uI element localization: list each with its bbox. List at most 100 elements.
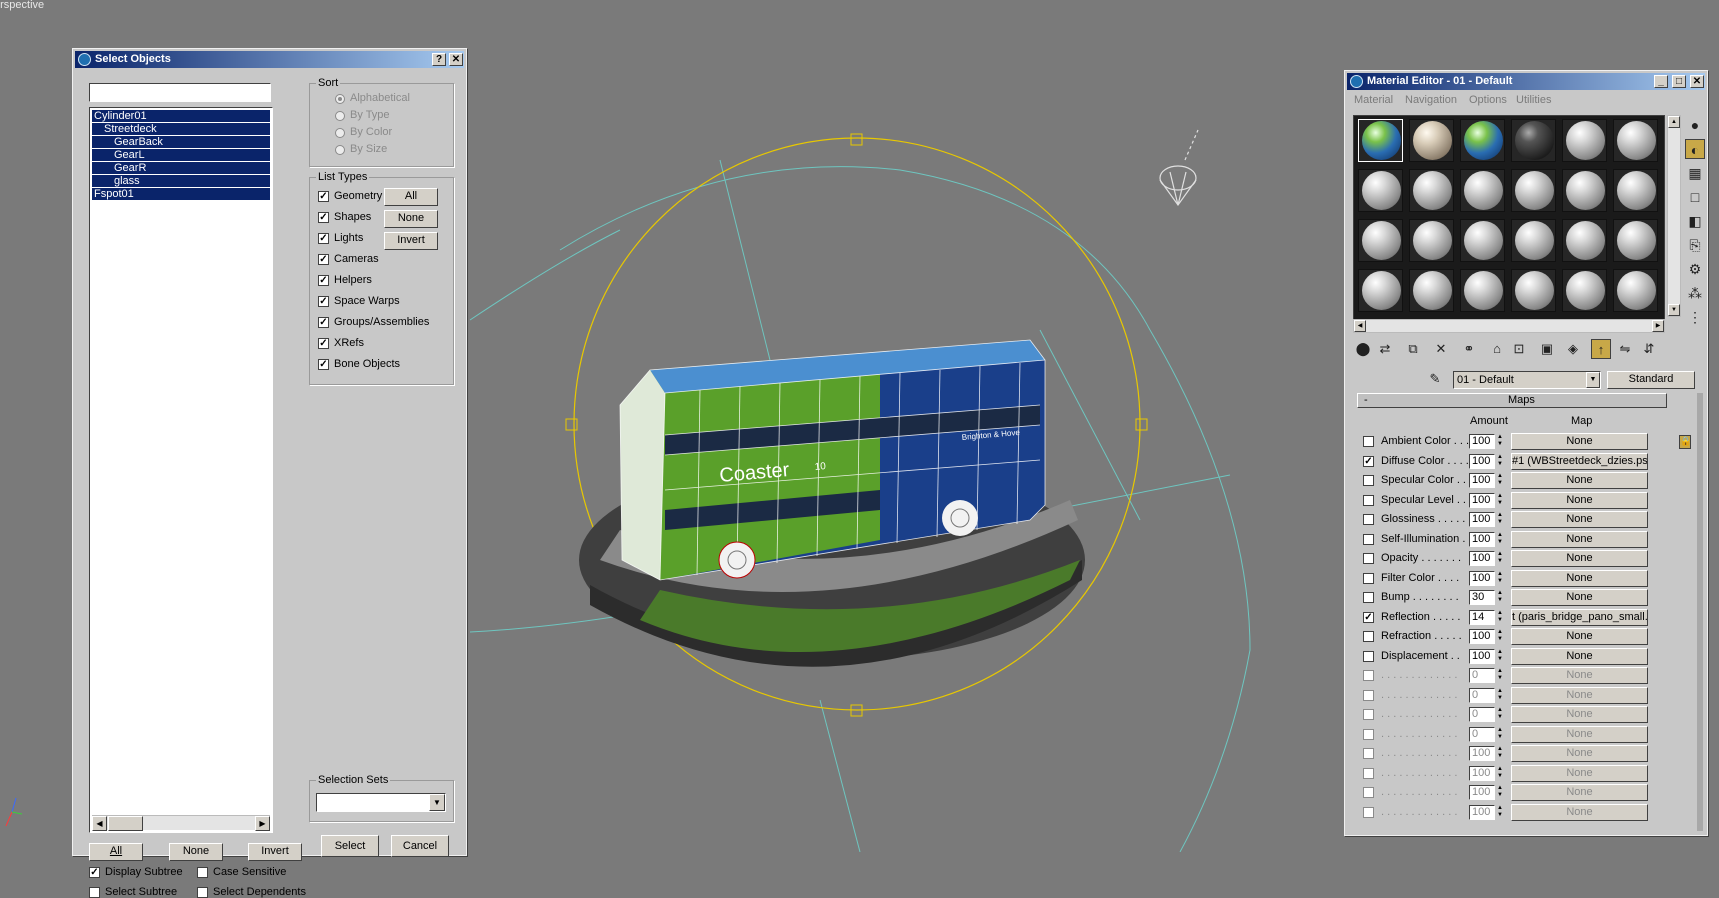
material-sample-slot[interactable]	[1358, 169, 1403, 212]
material-sample-slot[interactable]	[1409, 269, 1454, 312]
map-enable-checkbox[interactable]	[1363, 533, 1374, 545]
material-sample-slot[interactable]	[1613, 269, 1658, 312]
spinner-arrows-icon[interactable]: ▲ ▼	[1496, 590, 1504, 605]
assign-to-selection-icon[interactable]: ⧉	[1403, 339, 1423, 359]
map-amount-spinner[interactable]: 100	[1469, 804, 1495, 820]
rollout-scrollbar[interactable]	[1697, 393, 1703, 831]
material-sample-slot[interactable]	[1613, 119, 1658, 162]
map-amount-spinner[interactable]: 100	[1469, 453, 1495, 469]
display-subtree-checkbox[interactable]: ✓	[89, 867, 100, 878]
map-enable-checkbox[interactable]	[1363, 748, 1374, 759]
cancel-button[interactable]: Cancel	[391, 835, 449, 857]
list-type-checkbox[interactable]: ✓	[318, 191, 329, 202]
material-sample-slot[interactable]	[1358, 219, 1403, 262]
scroll-left-icon[interactable]: ◀	[92, 816, 107, 831]
spinner-arrows-icon[interactable]: ▲ ▼	[1496, 766, 1504, 781]
material-sample-slot[interactable]	[1460, 269, 1505, 312]
horizontal-scrollbar[interactable]: ◀ ▶	[92, 815, 270, 831]
list-type-checkbox[interactable]: ✓	[318, 254, 329, 265]
map-slot-button[interactable]: None	[1511, 569, 1648, 587]
map-amount-spinner[interactable]: 14	[1469, 609, 1495, 625]
make-unique-icon[interactable]: ⚭	[1459, 339, 1479, 359]
scroll-right-icon[interactable]: ▶	[255, 816, 270, 831]
map-slot-button[interactable]: None	[1511, 530, 1648, 548]
material-sample-slot[interactable]	[1511, 169, 1556, 212]
help-button[interactable]: ?	[432, 53, 446, 66]
map-enable-checkbox[interactable]	[1363, 494, 1374, 506]
map-amount-spinner[interactable]: 100	[1469, 512, 1495, 527]
object-list-item[interactable]: GearL	[92, 149, 270, 161]
map-enable-checkbox[interactable]	[1363, 670, 1374, 681]
map-slot-button[interactable]: None	[1511, 784, 1648, 801]
select-none-button[interactable]: None	[169, 843, 223, 861]
spinner-arrows-icon[interactable]: ▲ ▼	[1496, 727, 1504, 742]
menu-material[interactable]: Material	[1354, 94, 1393, 106]
map-enable-checkbox[interactable]	[1363, 631, 1374, 642]
select-all-button[interactable]: All	[89, 843, 143, 861]
material-sample-slot[interactable]	[1460, 219, 1505, 262]
uv-tiling-icon[interactable]: □	[1685, 187, 1705, 207]
spinner-arrows-icon[interactable]: ▲ ▼	[1496, 707, 1504, 722]
select-dependents-checkbox[interactable]	[197, 887, 208, 898]
map-enable-checkbox[interactable]	[1363, 592, 1374, 603]
map-slot-button[interactable]: None	[1511, 686, 1648, 704]
object-list-item[interactable]: glass	[92, 175, 270, 187]
show-map-icon[interactable]: ▣	[1537, 339, 1557, 359]
select-by-material-icon[interactable]: ⁂	[1685, 283, 1705, 303]
material-sample-slot[interactable]	[1613, 169, 1658, 212]
object-list-item[interactable]: GearR	[92, 162, 270, 174]
spinner-arrows-icon[interactable]: ▲ ▼	[1496, 785, 1504, 800]
list-type-checkbox[interactable]: ✓	[318, 233, 329, 244]
map-amount-spinner[interactable]: 0	[1469, 707, 1495, 722]
map-enable-checkbox[interactable]	[1363, 689, 1374, 701]
material-sample-slot[interactable]	[1511, 119, 1556, 162]
material-sample-slot[interactable]	[1562, 269, 1607, 312]
sample-type-icon[interactable]: ●	[1685, 115, 1705, 135]
material-sample-slot[interactable]	[1460, 169, 1505, 212]
select-invert-button[interactable]: Invert	[248, 843, 302, 861]
eyedropper-icon[interactable]: ✎	[1425, 369, 1445, 389]
scroll-right-icon[interactable]: ▶	[1652, 320, 1664, 332]
map-amount-spinner[interactable]: 100	[1469, 434, 1495, 449]
material-sample-slot[interactable]	[1409, 169, 1454, 212]
material-sample-slot[interactable]	[1460, 119, 1505, 162]
map-amount-spinner[interactable]: 100	[1469, 765, 1495, 781]
selection-sets-dropdown[interactable]: ▼	[316, 793, 446, 812]
map-amount-spinner[interactable]: 100	[1469, 473, 1495, 488]
map-amount-spinner[interactable]: 0	[1469, 687, 1495, 703]
map-enable-checkbox[interactable]	[1363, 475, 1374, 486]
go-forward-sibling-icon[interactable]: ⇋	[1615, 339, 1635, 359]
scroll-thumb[interactable]	[108, 816, 143, 831]
spinner-arrows-icon[interactable]: ▲ ▼	[1496, 532, 1504, 547]
spinner-arrows-icon[interactable]: ▲ ▼	[1496, 551, 1504, 566]
map-slot-button[interactable]: None	[1511, 647, 1648, 665]
spinner-arrows-icon[interactable]: ▲ ▼	[1496, 629, 1504, 644]
select-subtree-checkbox[interactable]	[89, 887, 100, 898]
put-to-scene-icon[interactable]: ⇄	[1375, 339, 1395, 359]
map-amount-spinner[interactable]: 100	[1469, 746, 1495, 761]
make-preview-icon[interactable]: ⎘	[1685, 235, 1705, 255]
map-enable-checkbox[interactable]	[1363, 553, 1374, 564]
material-sample-slot[interactable]	[1358, 269, 1403, 312]
map-slot-button[interactable]: None	[1511, 706, 1648, 723]
menu-navigation[interactable]: Navigation	[1405, 94, 1457, 106]
maximize-icon[interactable]: □	[1672, 75, 1686, 88]
options-icon[interactable]: ⚙	[1685, 259, 1705, 279]
lock-icon[interactable]: 🔒	[1679, 435, 1691, 449]
map-enable-checkbox[interactable]	[1363, 709, 1374, 720]
scroll-left-icon[interactable]: ◀	[1354, 320, 1366, 332]
sort-option[interactable]: By Type	[334, 109, 390, 121]
map-slot-button[interactable]: None	[1511, 550, 1648, 567]
map-enable-checkbox[interactable]	[1363, 650, 1374, 662]
video-color-check-icon[interactable]: ◧	[1685, 211, 1705, 231]
spinner-arrows-icon[interactable]: ▲ ▼	[1496, 454, 1504, 469]
material-type-button[interactable]: Standard	[1607, 371, 1695, 389]
spinner-arrows-icon[interactable]: ▲ ▼	[1496, 512, 1504, 527]
scroll-up-icon[interactable]: ▲	[1668, 116, 1680, 128]
map-slot-button[interactable]: None	[1511, 589, 1648, 606]
select-button[interactable]: Select	[321, 835, 379, 857]
map-slot-button[interactable]: None	[1511, 628, 1648, 645]
select-objects-titlebar[interactable]: Select Objects ? ✕	[75, 51, 464, 68]
map-amount-spinner[interactable]: 100	[1469, 648, 1495, 664]
pick-material-icon[interactable]: ⇵	[1639, 339, 1659, 359]
